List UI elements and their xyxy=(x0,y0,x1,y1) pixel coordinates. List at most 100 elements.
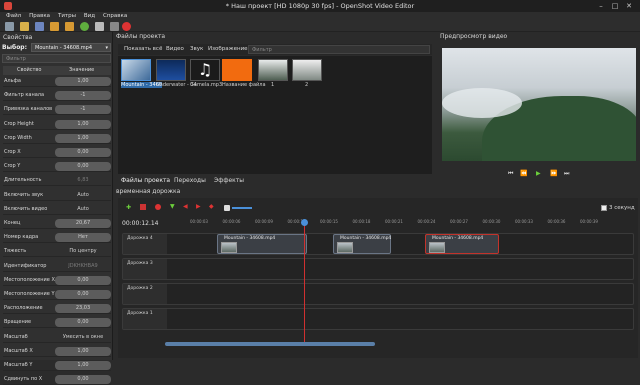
property-row[interactable]: Фильтр канала -1 xyxy=(3,90,111,102)
property-value[interactable]: -1 xyxy=(55,91,111,101)
property-value[interactable]: 0,00 xyxy=(55,318,111,328)
property-row[interactable]: Crop Y 0,00 xyxy=(3,161,111,173)
property-row[interactable]: Crop X 0,00 xyxy=(3,147,111,158)
save-project-icon[interactable] xyxy=(35,22,44,31)
property-value[interactable]: 20,67 xyxy=(55,219,111,228)
property-value[interactable]: Умесить в окне xyxy=(55,333,111,342)
track-4[interactable]: Дорожка 4 Mountain - 34608.mp4 Mountain … xyxy=(122,233,634,255)
property-value[interactable]: JDKHKHBA9 xyxy=(55,262,111,271)
menu-view[interactable]: Вид xyxy=(84,12,95,21)
track-3[interactable]: Дорожка 3 xyxy=(122,258,634,280)
timeline-clip[interactable]: Mountain - 34608.mp4 xyxy=(333,234,391,254)
property-value[interactable]: 0,00 xyxy=(55,275,111,285)
menu-titles[interactable]: Титры xyxy=(58,12,76,21)
maximize-icon[interactable]: □ xyxy=(608,1,622,11)
file-thumb-mountain[interactable] xyxy=(121,59,151,81)
profile-icon[interactable] xyxy=(95,22,104,31)
property-row[interactable]: Масштаб Умесить в окне xyxy=(3,332,111,343)
properties-filter-input[interactable]: Фильтр xyxy=(2,54,111,63)
add-track-icon[interactable]: ✚ xyxy=(126,204,131,211)
add-marker-icon[interactable]: ▼ xyxy=(170,203,175,210)
property-row[interactable]: Номер кадра Нет xyxy=(3,232,111,244)
jump-start-icon[interactable]: ⏮ xyxy=(508,170,513,178)
tab-effects[interactable]: Эффекты xyxy=(214,177,244,184)
property-row[interactable]: Вращение 0,00 xyxy=(3,317,111,329)
razor-icon[interactable] xyxy=(155,204,161,210)
fast-forward-icon[interactable]: ⏩ xyxy=(550,170,557,177)
import-files-icon[interactable] xyxy=(80,22,89,31)
prev-marker-icon[interactable]: ◀ xyxy=(183,203,188,210)
play-icon[interactable]: ▶ xyxy=(536,170,541,177)
next-marker-icon[interactable]: ▶ xyxy=(196,203,201,210)
property-row[interactable]: Включить видео Auto xyxy=(3,204,111,215)
property-value[interactable]: 6,83 xyxy=(55,176,111,185)
music-note-icon[interactable]: ♫ xyxy=(190,59,220,81)
playhead-line[interactable] xyxy=(304,222,305,342)
close-icon[interactable]: ✕ xyxy=(622,1,636,11)
zoom-checkbox[interactable] xyxy=(601,205,607,211)
tab-transitions[interactable]: Переходы xyxy=(174,177,206,184)
property-row[interactable]: Расположение 23,03 xyxy=(3,303,111,315)
property-value[interactable]: 0,00 xyxy=(55,148,111,157)
property-value[interactable]: Auto xyxy=(55,205,111,214)
property-row[interactable]: Сдвинуть по X 0,00 xyxy=(3,374,111,385)
property-row[interactable]: Местоположение X 0,00 xyxy=(3,275,111,286)
file-thumb-2[interactable] xyxy=(292,59,322,81)
tab-project-files[interactable]: Файлы проекта xyxy=(121,177,170,184)
property-value[interactable]: 23,03 xyxy=(55,304,111,314)
property-row[interactable]: Тяжесть По центру xyxy=(3,246,111,258)
property-value[interactable]: Нет xyxy=(55,233,111,243)
property-row[interactable]: Включить звук Auto xyxy=(3,190,111,201)
menu-edit[interactable]: Правка xyxy=(29,12,50,21)
file-thumb-underwater[interactable] xyxy=(156,59,186,81)
property-value[interactable]: 0,00 xyxy=(55,162,111,172)
property-value[interactable]: 1,00 xyxy=(55,133,111,143)
track-2[interactable]: Дорожка 2 xyxy=(122,283,634,305)
filter-video[interactable]: Видео xyxy=(166,46,184,52)
property-value[interactable]: 0,00 xyxy=(55,290,111,299)
property-row[interactable]: Crop Width 1,00 xyxy=(3,133,111,144)
menu-help[interactable]: Справка xyxy=(103,12,127,21)
property-value[interactable]: 0,00 xyxy=(55,375,111,385)
zoom-slider[interactable] xyxy=(232,207,252,209)
property-value[interactable]: Auto xyxy=(55,191,111,200)
rewind-icon[interactable]: ⏪ xyxy=(520,170,527,177)
timeline-clip[interactable]: Mountain - 34608.mp4 xyxy=(217,234,307,254)
export-video-icon[interactable] xyxy=(122,22,131,31)
zoom-out-icon[interactable] xyxy=(224,205,230,211)
filter-audio[interactable]: Звук xyxy=(190,46,203,52)
track-1[interactable]: Дорожка 1 xyxy=(122,308,634,330)
snap-icon[interactable] xyxy=(140,204,146,210)
property-row[interactable]: Идентификатор JDKHKHBA9 xyxy=(3,261,111,272)
new-project-icon[interactable] xyxy=(5,22,14,31)
property-row[interactable]: Длительность 6,83 xyxy=(3,175,111,187)
property-value[interactable]: 1,00 xyxy=(55,361,111,370)
timeline-clip-selected[interactable]: Mountain - 34608.mp4 xyxy=(425,234,499,254)
minimize-icon[interactable]: – xyxy=(594,1,608,11)
files-filter-input[interactable]: Фильтр xyxy=(248,45,430,54)
property-row[interactable]: Масштаб Y 1,00 xyxy=(3,360,111,371)
property-row[interactable]: Альфа 1,00 xyxy=(3,76,111,87)
fullscreen-icon[interactable] xyxy=(110,22,119,31)
file-thumb-1[interactable] xyxy=(258,59,288,81)
open-project-icon[interactable] xyxy=(20,22,29,31)
property-row[interactable]: Привязка каналов -1 xyxy=(3,104,111,116)
property-value[interactable]: По центру xyxy=(55,247,111,256)
redo-icon[interactable] xyxy=(65,22,74,31)
filter-show-all[interactable]: Показать всё xyxy=(124,46,162,52)
selected-item-dropdown[interactable]: Mountain - 34608.mp4 ▾ xyxy=(31,43,111,52)
jump-end-icon[interactable]: ⏭ xyxy=(564,170,569,178)
property-row[interactable]: Масштаб X 1,00 xyxy=(3,346,111,357)
property-value[interactable]: 1,00 xyxy=(55,346,111,356)
menu-file[interactable]: Файл xyxy=(6,12,21,21)
center-timeline-icon[interactable]: ◆ xyxy=(209,203,214,210)
property-row[interactable]: Crop Height 1,00 xyxy=(3,119,111,130)
property-row[interactable]: Конец 20,67 xyxy=(3,218,111,229)
property-value[interactable]: 1,00 xyxy=(55,77,111,86)
file-thumb-image[interactable] xyxy=(222,59,252,81)
filter-image[interactable]: Изображение xyxy=(208,46,248,52)
property-value[interactable]: -1 xyxy=(55,105,111,115)
timeline-scrollbar[interactable] xyxy=(165,342,375,346)
video-preview[interactable] xyxy=(442,48,636,161)
undo-icon[interactable] xyxy=(50,22,59,31)
